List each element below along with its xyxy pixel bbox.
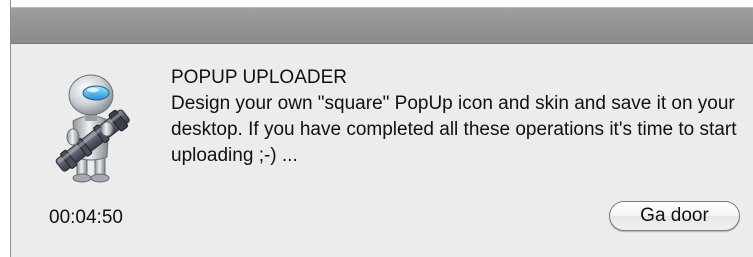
- alert-title: POPUP UPLOADER: [171, 67, 347, 88]
- countdown-timer: 00:04:50: [49, 207, 123, 228]
- continue-button[interactable]: Ga door: [609, 201, 740, 231]
- dialog-content: POPUP UPLOADER Design your own "square" …: [11, 44, 753, 257]
- window-titlebar: [11, 0, 753, 44]
- alert-body-text: Design your own "square" PopUp icon and …: [171, 93, 737, 166]
- automator-robot-icon: [55, 74, 130, 183]
- alert-message: POPUP UPLOADER Design your own "square" …: [171, 65, 741, 169]
- alert-sheet: POPUP UPLOADER Design your own "square" …: [10, 0, 753, 257]
